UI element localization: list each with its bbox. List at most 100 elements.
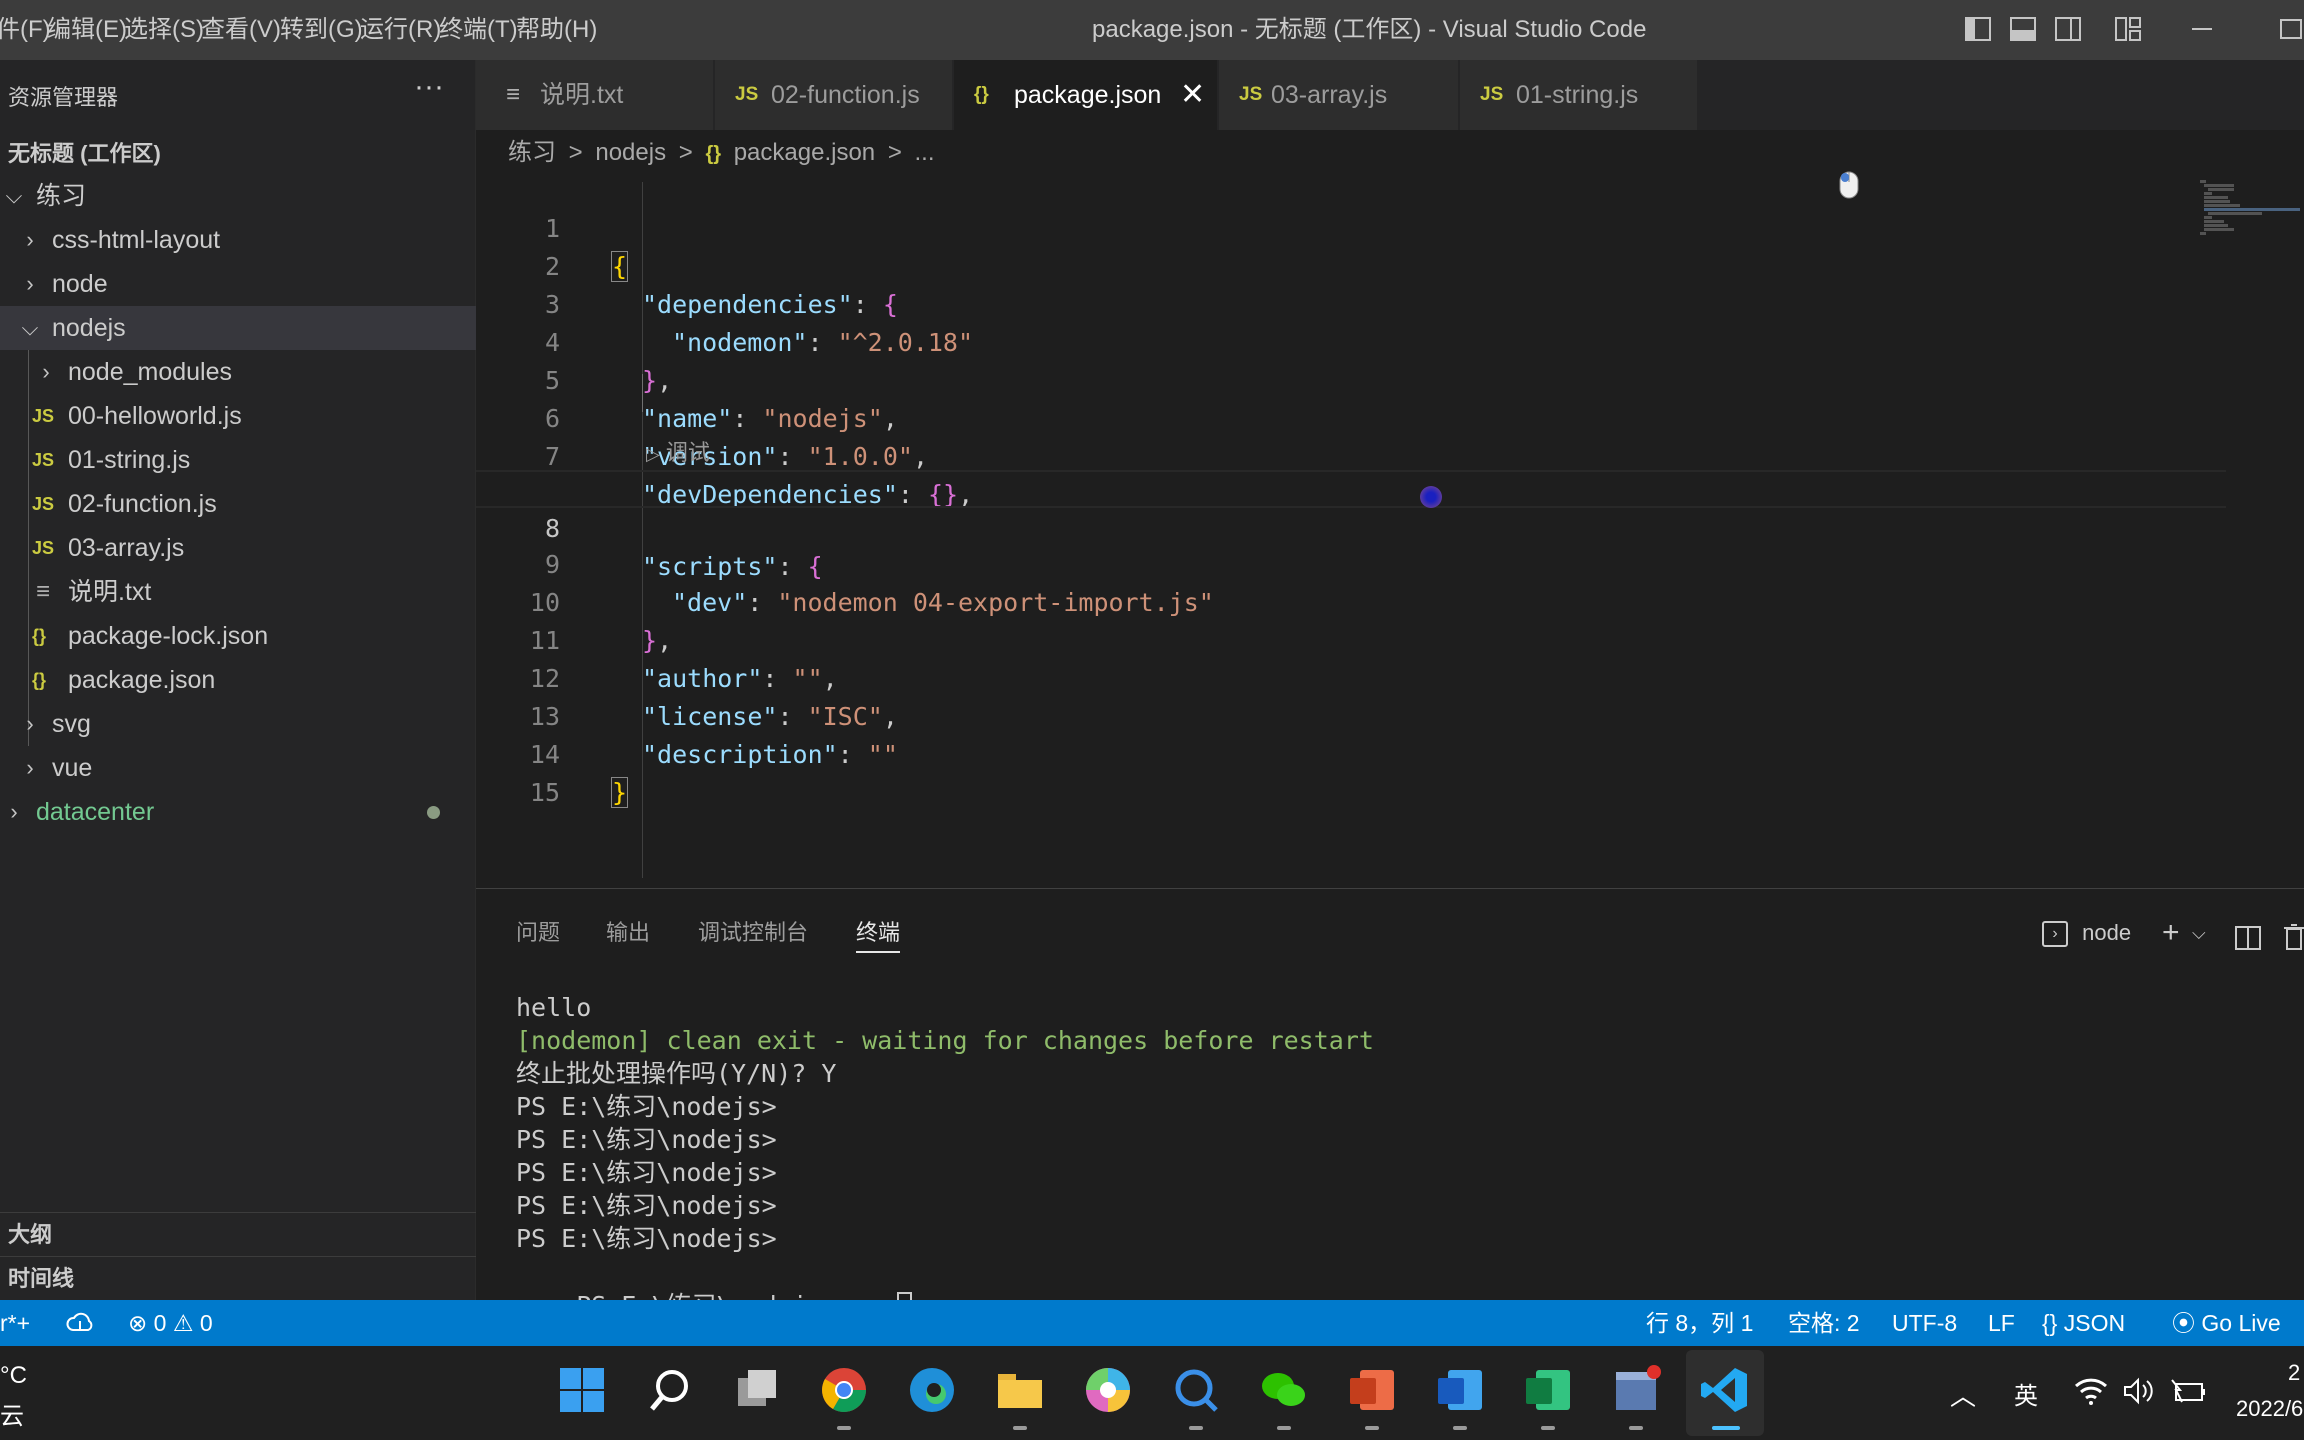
clock-time[interactable]: 2 (2288, 1360, 2300, 1386)
split-terminal-icon[interactable] (2234, 925, 2262, 951)
tree-root-datacenter[interactable]: › datacenter (0, 790, 476, 834)
menu-go[interactable]: 转到(G) (280, 0, 363, 60)
tree-item-node-modules[interactable]: › node_modules (0, 350, 476, 394)
tab-terminal[interactable]: 终端 (856, 913, 901, 953)
wechat-icon[interactable] (1258, 1364, 1310, 1416)
menu-run[interactable]: 运行(R) (360, 0, 441, 60)
tree-item-file[interactable]: {} package-lock.json (0, 614, 476, 658)
chevron-right-icon: > (568, 139, 583, 166)
broadcast-icon: ⦿ (2172, 1310, 2195, 1336)
minimize-icon[interactable] (2187, 14, 2217, 44)
bottom-panel: 问题 输出 调试控制台 终端 › node + ⌵ hello [nodemon… (476, 888, 2304, 1322)
running-indicator (1629, 1426, 1643, 1430)
close-tab-icon[interactable]: ✕ (1180, 60, 1205, 130)
weather-temp[interactable]: °C (0, 1362, 27, 1390)
breadcrumb-folder[interactable]: nodejs (595, 139, 666, 166)
menu-edit[interactable]: 编辑(E) (47, 0, 127, 60)
tree-item-file[interactable]: JS 02-function.js (0, 482, 476, 526)
excel-icon[interactable] (1522, 1364, 1574, 1416)
tab-debug-console[interactable]: 调试控制台 (698, 913, 808, 953)
maximize-icon[interactable] (2276, 14, 2304, 44)
debug-codelens[interactable]: ▷ 调试 (646, 438, 710, 468)
sync-cloud-icon[interactable] (66, 1310, 94, 1336)
workspace-header[interactable]: 无标题 (工作区) (0, 132, 476, 176)
tab-package-json[interactable]: {} package.json ✕ (954, 60, 1218, 130)
weather-text[interactable]: 云 (0, 1396, 24, 1431)
menu-selection[interactable]: 选择(S) (124, 0, 204, 60)
clock-date[interactable]: 2022/6 (2236, 1396, 2303, 1422)
edge-icon[interactable] (906, 1364, 958, 1416)
word-icon[interactable] (1434, 1364, 1486, 1416)
code-line: 4 }, (544, 328, 673, 395)
file-explorer-icon[interactable] (994, 1364, 1046, 1416)
tree-item-nodejs[interactable]: ⌵ nodejs (0, 306, 476, 350)
indentation[interactable]: 空格: 2 (1788, 1300, 1860, 1346)
language-mode[interactable]: {} JSON (2042, 1300, 2125, 1346)
add-terminal-icon[interactable]: + (2162, 913, 2180, 953)
tree-item-css-html-layout[interactable]: › css-html-layout (0, 218, 476, 262)
more-actions-icon[interactable]: ··· (414, 70, 444, 104)
js-file-icon: JS (32, 406, 55, 426)
encoding[interactable]: UTF-8 (1892, 1300, 1957, 1346)
terminal-selector[interactable]: › node (2042, 913, 2131, 953)
search-icon[interactable] (644, 1364, 696, 1416)
tab-01-string-js[interactable]: JS 01-string.js (1460, 60, 1698, 130)
task-view-icon[interactable] (732, 1364, 784, 1416)
menu-terminal[interactable]: 终端(T) (439, 0, 518, 60)
go-live-button[interactable]: ⦿ Go Live (2172, 1300, 2281, 1346)
tree-item-node[interactable]: › node (0, 262, 476, 306)
chrome-icon[interactable] (818, 1364, 870, 1416)
tab-output[interactable]: 输出 (606, 913, 650, 953)
tab-readme-txt[interactable]: ≡ 说明.txt (476, 60, 714, 130)
toggle-primary-sidebar-icon[interactable] (1963, 14, 1993, 44)
color-app-icon[interactable] (1082, 1364, 1134, 1416)
tab-03-array-js[interactable]: JS 03-array.js (1219, 60, 1459, 130)
menu-file[interactable]: 件(F) (0, 0, 51, 60)
menu-help[interactable]: 帮助(H) (516, 0, 597, 60)
video-editor-icon[interactable] (1610, 1364, 1662, 1416)
git-branch[interactable]: r*+ (0, 1300, 30, 1346)
chevron-down-icon: ⌵ (21, 315, 39, 340)
cursor-position[interactable]: 行 8，列 1 (1646, 1300, 1753, 1346)
powerpoint-icon[interactable] (1346, 1364, 1398, 1416)
toggle-panel-icon[interactable] (2008, 14, 2038, 44)
chat-search-icon[interactable] (1170, 1364, 1222, 1416)
json-file-icon: {} (32, 670, 47, 690)
vscode-icon[interactable] (1699, 1364, 1751, 1416)
end-of-line[interactable]: LF (1988, 1300, 2015, 1346)
trash-icon[interactable] (2282, 923, 2304, 951)
chevron-down-icon[interactable]: ⌵ (2192, 913, 2206, 953)
tree-item-file[interactable]: {} package.json (0, 658, 476, 702)
toggle-secondary-sidebar-icon[interactable] (2053, 14, 2083, 44)
tab-02-function-js[interactable]: JS 02-function.js (715, 60, 953, 130)
text-file-icon: ≡ (506, 81, 521, 108)
battery-icon[interactable] (2170, 1376, 2206, 1406)
tree-item-file[interactable]: JS 00-helloworld.js (0, 394, 476, 438)
problems-indicator[interactable]: ⊗ 0 ⚠ 0 (128, 1300, 213, 1346)
breadcrumb-symbol[interactable]: ... (915, 139, 935, 166)
tree-item-file[interactable]: JS 03-array.js (0, 526, 476, 570)
ime-indicator[interactable]: 英 (2014, 1376, 2038, 1411)
customize-layout-icon[interactable] (2113, 14, 2143, 44)
tree-item-file[interactable]: JS 01-string.js (0, 438, 476, 482)
tree-item-svg[interactable]: › svg (0, 702, 476, 746)
chevron-up-icon[interactable]: ︿ (1950, 1376, 1976, 1413)
menu-view[interactable]: 查看(V) (201, 0, 281, 60)
volume-icon[interactable] (2122, 1376, 2156, 1406)
tab-problems[interactable]: 问题 (516, 913, 560, 953)
minimap[interactable] (2192, 172, 2302, 888)
wifi-icon[interactable] (2074, 1376, 2108, 1406)
outline-section[interactable]: 大纲 (0, 1212, 476, 1256)
json-file-icon: {} (974, 84, 989, 105)
chevron-right-icon: › (26, 227, 34, 252)
breadcrumb-folder[interactable]: 练习 (508, 139, 556, 166)
tree-item-vue[interactable]: › vue (0, 746, 476, 790)
code-editor[interactable]: 1 { 2 "dependencies": { 3 "nodemon": "^2… (476, 172, 2304, 888)
windows-start-icon[interactable] (556, 1364, 608, 1416)
tree-item-file[interactable]: ≡ 说明.txt (0, 570, 476, 614)
timeline-section[interactable]: 时间线 (0, 1256, 476, 1300)
running-indicator (1277, 1426, 1291, 1430)
terminal-prompt-line[interactable]: PS E:\练习\nodejs> npm (516, 1255, 2216, 1322)
breadcrumb-file[interactable]: package.json (734, 139, 875, 166)
tree-root-folder[interactable]: ⌵ 练习 (0, 174, 476, 218)
